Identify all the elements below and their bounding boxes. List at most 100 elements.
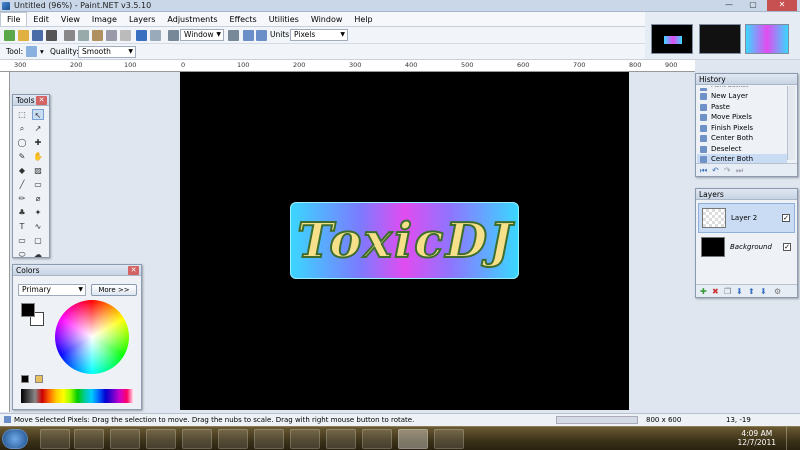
add-layer-icon[interactable]: ✚ — [700, 287, 707, 296]
reset-colors-icon[interactable] — [21, 375, 29, 383]
deselect-icon[interactable] — [120, 30, 131, 41]
rewind-icon[interactable]: ⏮ — [700, 166, 707, 176]
palette-options-icon[interactable] — [35, 375, 43, 383]
image-thumbnail-1[interactable] — [651, 24, 693, 54]
move-layer-down-icon[interactable]: ⬇ — [760, 287, 767, 296]
image-thumbnail-2[interactable] — [699, 24, 741, 54]
app-taskbar-icon[interactable] — [362, 429, 392, 449]
paintnet-taskbar-icon[interactable] — [398, 429, 428, 449]
pan-icon[interactable]: ✋ — [32, 151, 44, 162]
history-scrollbar[interactable] — [787, 86, 795, 160]
new-icon[interactable] — [4, 30, 15, 41]
eraser-icon[interactable]: ▭ — [32, 179, 44, 190]
fast-forward-icon[interactable]: ⏭ — [736, 166, 743, 176]
save-icon[interactable] — [32, 30, 43, 41]
magic-wand-icon[interactable]: ✎ — [16, 151, 28, 162]
menu-edit[interactable]: Edit — [27, 12, 55, 27]
menu-effects[interactable]: Effects — [224, 12, 263, 27]
rulers-icon[interactable] — [256, 30, 267, 41]
paintbrush-icon[interactable]: ╱ — [16, 179, 28, 190]
maximize-button[interactable]: ▢ — [742, 0, 764, 11]
chrome-taskbar-icon[interactable] — [290, 429, 320, 449]
ellipse-select-icon[interactable]: ◯ — [16, 137, 28, 148]
show-desktop-button[interactable] — [786, 427, 798, 450]
move-selected-icon[interactable]: ↖ — [32, 109, 44, 120]
cut-icon[interactable] — [64, 30, 75, 41]
paste-icon[interactable] — [92, 30, 103, 41]
minimize-button[interactable]: — — [718, 0, 740, 11]
lasso-select-icon[interactable]: ⌕ — [16, 123, 28, 134]
layer-row[interactable]: Background ✓ — [698, 233, 795, 263]
recolor-icon[interactable]: ✦ — [32, 207, 44, 218]
app-taskbar-icon[interactable] — [254, 429, 284, 449]
close-button[interactable]: ✕ — [767, 0, 797, 11]
color-mode-dropdown[interactable]: Primary ▼ — [18, 284, 86, 296]
quality-dropdown[interactable]: Smooth ▼ — [78, 46, 136, 58]
history-item[interactable]: Deselect — [697, 144, 787, 155]
undo-icon[interactable]: ↶ — [712, 166, 719, 175]
media-player-taskbar-icon[interactable] — [74, 429, 104, 449]
gradient-icon[interactable]: ▨ — [32, 165, 44, 176]
chevron-down-icon[interactable]: ▾ — [40, 46, 44, 58]
photoshop-taskbar-icon[interactable] — [326, 429, 356, 449]
close-icon[interactable]: ✕ — [128, 266, 139, 275]
clone-stamp-icon[interactable]: ♣ — [16, 207, 28, 218]
zoom-dropdown[interactable]: Window ▼ — [180, 29, 224, 41]
menu-adjustments[interactable]: Adjustments — [161, 12, 223, 27]
menu-window[interactable]: Window — [305, 12, 349, 27]
history-item[interactable]: Center Both — [697, 133, 787, 144]
image-thumbnail-3[interactable] — [745, 24, 789, 54]
rounded-rectangle-icon[interactable]: ▢ — [32, 235, 44, 246]
start-button[interactable] — [2, 429, 28, 449]
move-selection-icon[interactable]: ↗ — [32, 123, 44, 134]
redo-icon[interactable]: ↷ — [724, 166, 731, 175]
paint-bucket-icon[interactable]: ◆ — [16, 165, 28, 176]
menu-help[interactable]: Help — [348, 12, 378, 27]
explorer-taskbar-icon[interactable] — [40, 429, 70, 449]
grid-icon[interactable] — [243, 30, 254, 41]
text-tool-icon[interactable]: T — [16, 221, 28, 232]
duplicate-layer-icon[interactable]: ❐ — [724, 287, 731, 296]
history-item[interactable]: Move Pixels — [697, 112, 787, 123]
menu-layers[interactable]: Layers — [123, 12, 161, 27]
line-curve-icon[interactable]: ∿ — [32, 221, 44, 232]
color-palette[interactable] — [21, 389, 134, 403]
app-taskbar-icon[interactable] — [110, 429, 140, 449]
app-taskbar-icon[interactable] — [146, 429, 176, 449]
close-icon[interactable]: ✕ — [36, 96, 47, 105]
zoom-in-icon[interactable] — [228, 30, 239, 41]
copy-icon[interactable] — [78, 30, 89, 41]
primary-color-swatch[interactable] — [21, 303, 35, 317]
menu-image[interactable]: Image — [86, 12, 123, 27]
app-taskbar-icon[interactable] — [218, 429, 248, 449]
history-item[interactable]: Paste — [697, 102, 787, 113]
menu-utilities[interactable]: Utilities — [263, 12, 305, 27]
undo-icon[interactable] — [136, 30, 147, 41]
ellipse-shape-icon[interactable]: ⬭ — [16, 249, 28, 260]
rectangle-select-icon[interactable]: ⬚ — [16, 109, 28, 120]
layer-row[interactable]: Layer 2 ✓ — [698, 203, 795, 233]
menu-view[interactable]: View — [55, 12, 86, 27]
open-icon[interactable] — [18, 30, 29, 41]
image-canvas[interactable]: ToxicDJ — [180, 72, 629, 410]
units-dropdown[interactable]: Pixels ▼ — [290, 29, 348, 41]
crop-icon[interactable] — [106, 30, 117, 41]
history-item[interactable]: New Layer — [697, 91, 787, 102]
delete-layer-icon[interactable]: ✖ — [712, 287, 719, 296]
menu-file[interactable]: File — [0, 12, 28, 26]
move-selected-tool-icon[interactable] — [26, 46, 37, 57]
history-item[interactable]: Finish Pixels — [697, 123, 787, 134]
pencil-icon[interactable]: ✏ — [16, 193, 28, 204]
merge-layer-icon[interactable]: ⬇ — [736, 287, 743, 296]
layer-visibility-checkbox[interactable]: ✓ — [783, 243, 791, 251]
zoom-icon[interactable] — [168, 30, 179, 41]
word-taskbar-icon[interactable] — [182, 429, 212, 449]
freeform-shape-icon[interactable]: ☁ — [32, 249, 44, 260]
redo-icon[interactable] — [150, 30, 161, 41]
zoom-tool-icon[interactable]: ✚ — [32, 137, 44, 148]
print-icon[interactable] — [46, 30, 57, 41]
layer-visibility-checkbox[interactable]: ✓ — [782, 214, 790, 222]
notepad-taskbar-icon[interactable] — [434, 429, 464, 449]
rectangle-shape-icon[interactable]: ▭ — [16, 235, 28, 246]
color-wheel[interactable] — [55, 300, 129, 374]
